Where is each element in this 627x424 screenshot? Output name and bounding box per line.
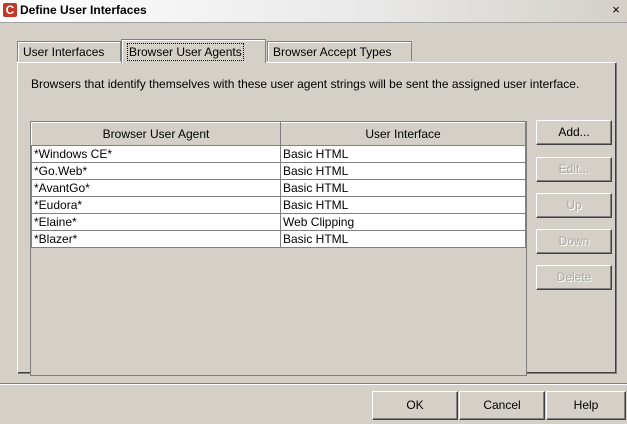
table-row[interactable]: *Blazer* Basic HTML (31, 230, 526, 248)
up-button[interactable]: Up (536, 193, 612, 218)
tab-user-interfaces[interactable]: User Interfaces (17, 41, 121, 61)
description-text: Browsers that identify themselves with t… (31, 77, 580, 91)
footer-divider (0, 383, 627, 385)
tab-browser-accept-types[interactable]: Browser Accept Types (267, 41, 412, 61)
user-agent-cell: *Eudora* (31, 196, 281, 214)
add-button[interactable]: Add... (536, 120, 612, 145)
table-row[interactable]: *Go.Web* Basic HTML (31, 162, 526, 180)
cancel-button[interactable]: Cancel (459, 391, 545, 420)
delete-button[interactable]: Delete (536, 265, 612, 290)
table-row[interactable]: *Elaine* Web Clipping (31, 213, 526, 231)
user-interface-cell: Basic HTML (280, 162, 526, 180)
edit-button[interactable]: Edit... (536, 157, 612, 182)
user-agent-cell: *Elaine* (31, 213, 281, 231)
tab-browser-user-agents[interactable]: Browser User Agents (121, 39, 266, 63)
window-title: Define User Interfaces (20, 3, 147, 17)
user-agent-cell: *Go.Web* (31, 162, 281, 180)
column-header-browser-user-agent[interactable]: Browser User Agent (31, 122, 281, 146)
table-row[interactable]: *Windows CE* Basic HTML (31, 145, 526, 163)
help-button[interactable]: Help (546, 391, 626, 420)
user-agent-cell: *AvantGo* (31, 179, 281, 197)
user-agent-cell: *Blazer* (31, 230, 281, 248)
down-button[interactable]: Down (536, 229, 612, 254)
user-interface-cell: Basic HTML (280, 145, 526, 163)
table-header-row: Browser User Agent User Interface (31, 122, 526, 146)
user-agent-table[interactable]: Browser User Agent User Interface *Windo… (30, 121, 527, 376)
title-bar: C Define User Interfaces × (0, 0, 627, 23)
table-row[interactable]: *AvantGo* Basic HTML (31, 179, 526, 197)
column-header-user-interface[interactable]: User Interface (280, 122, 526, 146)
user-interface-cell: Basic HTML (280, 230, 526, 248)
user-interface-cell: Basic HTML (280, 196, 526, 214)
table-row[interactable]: *Eudora* Basic HTML (31, 196, 526, 214)
ok-button[interactable]: OK (372, 391, 458, 420)
app-icon: C (3, 3, 17, 17)
close-icon[interactable]: × (608, 3, 624, 17)
user-agent-cell: *Windows CE* (31, 145, 281, 163)
user-interface-cell: Web Clipping (280, 213, 526, 231)
user-interface-cell: Basic HTML (280, 179, 526, 197)
